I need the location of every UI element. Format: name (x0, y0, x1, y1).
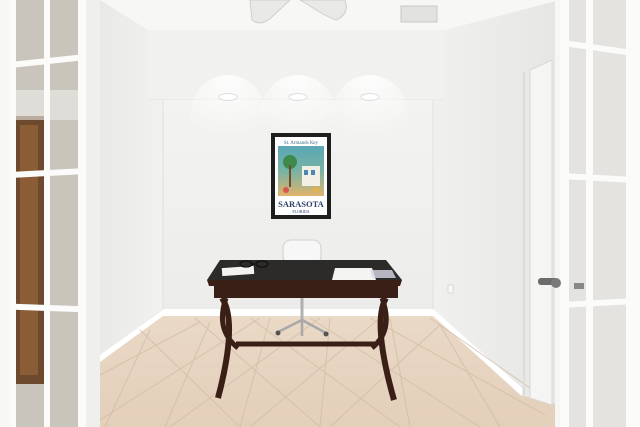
recessed-light (218, 93, 238, 101)
wall-poster: St. Armands Key SARASOTA FLORIDA (271, 133, 331, 219)
french-door-left[interactable] (0, 0, 100, 427)
recessed-light (288, 93, 308, 101)
poster-top-text: St. Armands Key (284, 141, 319, 146)
poster-subtitle: FLORIDA (292, 209, 309, 214)
recessed-light (360, 93, 380, 101)
air-vent (400, 5, 438, 23)
wall-outlet (447, 284, 454, 294)
room-photo: St. Armands Key SARASOTA FLORIDA (0, 0, 640, 427)
poster-title: SARASOTA (278, 199, 325, 209)
